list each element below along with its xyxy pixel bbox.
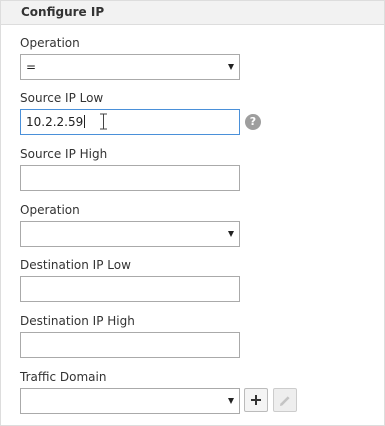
text-cursor-icon: [100, 113, 107, 130]
source-ip-low-label: Source IP Low: [20, 91, 104, 105]
source-ip-high-input[interactable]: [20, 165, 240, 191]
help-icon[interactable]: ?: [245, 114, 261, 130]
destination-ip-high-input[interactable]: [20, 332, 240, 358]
source-ip-high-label: Source IP High: [20, 147, 108, 161]
source-ip-low-value: 10.2.2.59: [26, 115, 86, 129]
add-traffic-domain-button[interactable]: [244, 388, 268, 412]
traffic-domain-label: Traffic Domain: [20, 370, 107, 384]
destination-ip-low-label: Destination IP Low: [20, 258, 131, 272]
operation-label-2: Operation: [20, 203, 80, 217]
source-ip-low-input[interactable]: 10.2.2.59: [20, 109, 240, 135]
panel-title: Configure IP: [21, 5, 105, 19]
text-caret: [84, 115, 86, 128]
operation-label: Operation: [20, 36, 80, 50]
chevron-down-icon: [228, 64, 234, 70]
traffic-domain-select[interactable]: [20, 388, 240, 414]
operation-select-2[interactable]: [20, 221, 240, 247]
destination-ip-high-label: Destination IP High: [20, 314, 135, 328]
panel-header: Configure IP: [1, 1, 384, 25]
operation-select-value: =: [26, 60, 37, 74]
edit-traffic-domain-button[interactable]: [273, 388, 297, 412]
chevron-down-icon: [228, 398, 234, 404]
pencil-icon: [279, 396, 290, 406]
chevron-down-icon: [228, 231, 234, 237]
destination-ip-low-input[interactable]: [20, 276, 240, 302]
operation-select[interactable]: =: [20, 54, 240, 80]
